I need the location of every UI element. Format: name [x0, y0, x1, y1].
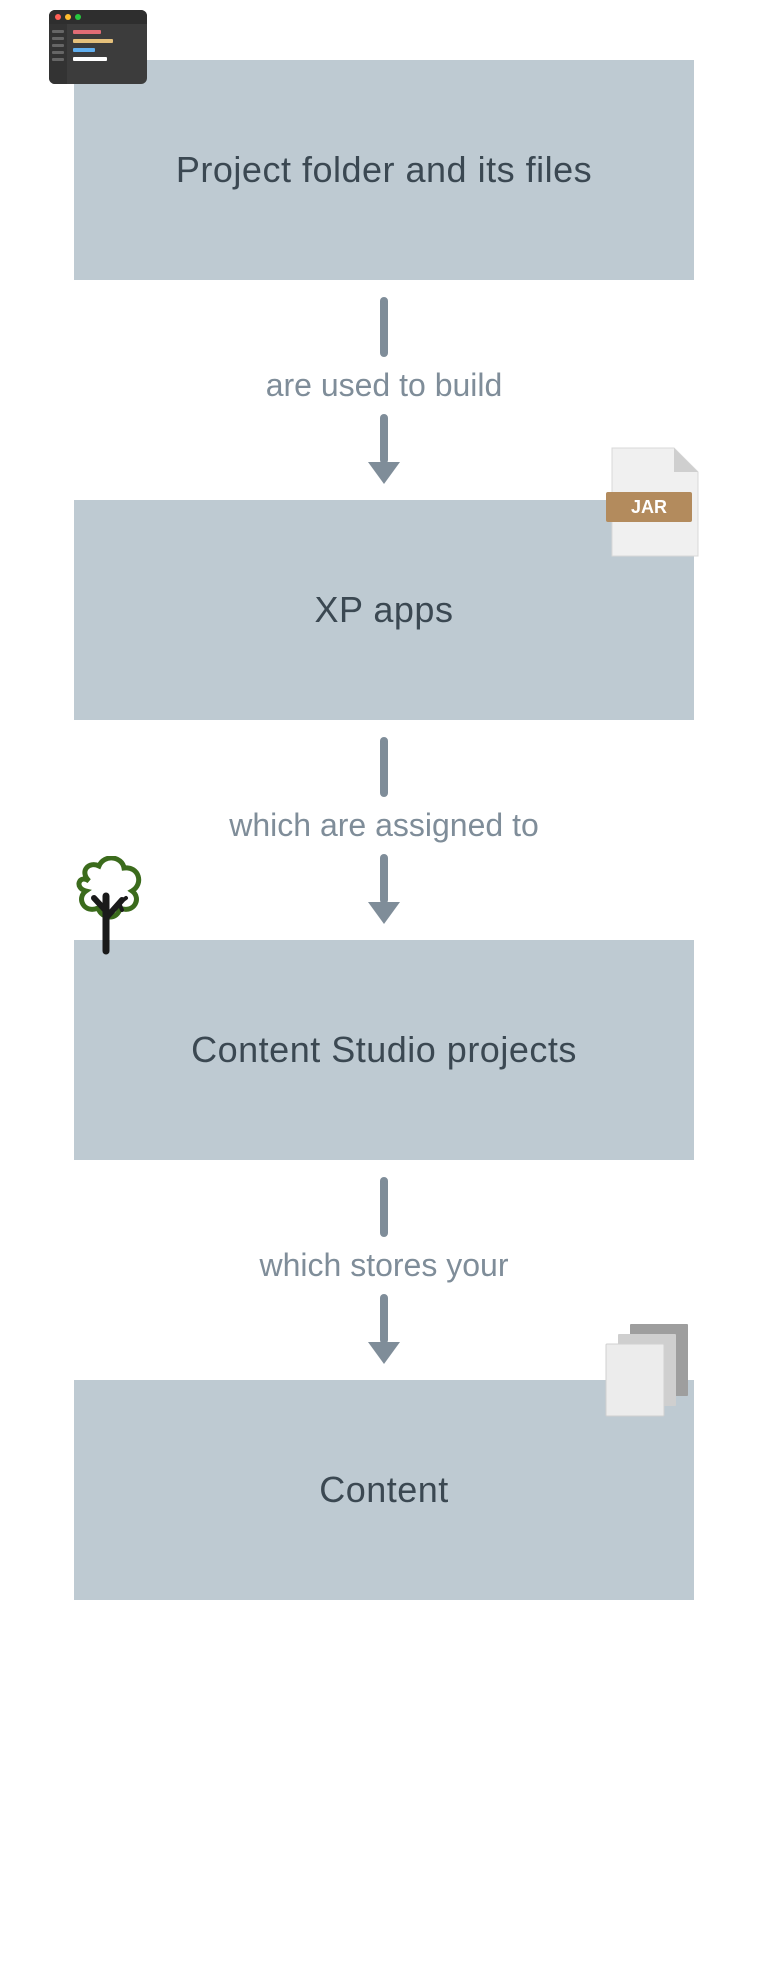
connector-label: are used to build — [266, 367, 503, 404]
node-project-folder: Project folder and its files — [74, 60, 694, 280]
connector-3: which stores your — [260, 1160, 509, 1380]
arrow-line-icon — [380, 1294, 388, 1344]
node-label: Content — [319, 1469, 449, 1511]
node-xp-apps: JAR XP apps — [74, 500, 694, 720]
node-label: Project folder and its files — [176, 149, 592, 191]
arrow-line-icon — [380, 297, 388, 357]
connector-2: which are assigned to — [229, 720, 539, 940]
node-label: Content Studio projects — [191, 1029, 577, 1071]
tree-icon — [64, 856, 154, 956]
arrow-line-icon — [380, 854, 388, 904]
jar-file-icon: JAR — [606, 444, 704, 562]
arrow-head-icon — [368, 462, 400, 484]
node-label: XP apps — [315, 589, 454, 631]
node-content: Content — [74, 1380, 694, 1600]
connector-label: which are assigned to — [229, 807, 539, 844]
node-content-studio-projects: Content Studio projects — [74, 940, 694, 1160]
arrow-line-icon — [380, 737, 388, 797]
arrow-line-icon — [380, 1177, 388, 1237]
arrow-head-icon — [368, 1342, 400, 1364]
documents-icon — [600, 1320, 694, 1420]
connector-1: are used to build — [266, 280, 503, 500]
code-editor-icon — [49, 10, 147, 84]
arrow-head-icon — [368, 902, 400, 924]
connector-label: which stores your — [260, 1247, 509, 1284]
svg-text:JAR: JAR — [631, 497, 667, 517]
arrow-line-icon — [380, 414, 388, 464]
